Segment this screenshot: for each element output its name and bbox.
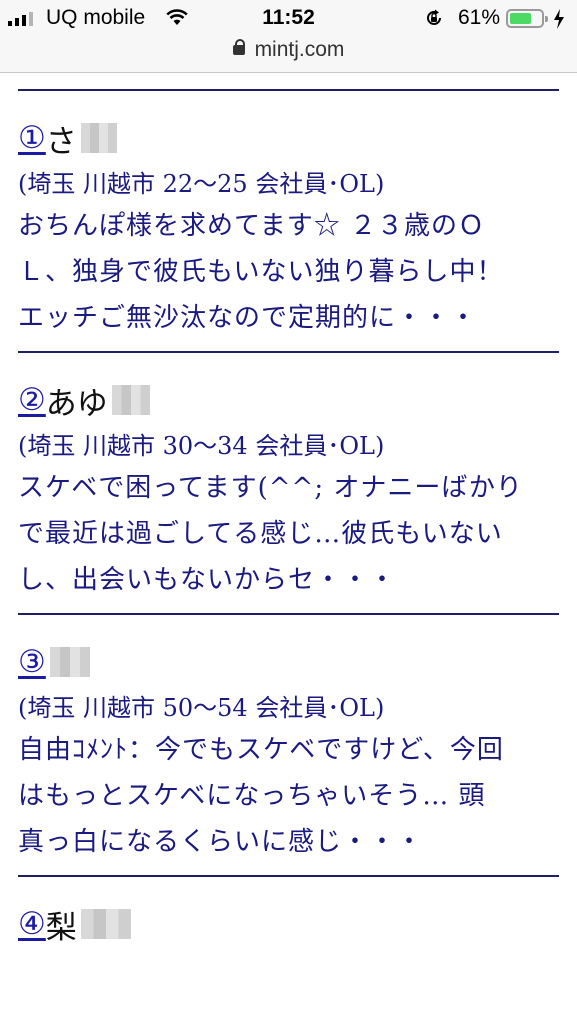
url-text: mintj.com xyxy=(254,38,345,61)
profile-name: さ xyxy=(45,123,77,160)
profile-link-4[interactable]: ④ xyxy=(18,906,46,942)
padlock-icon xyxy=(232,39,245,57)
blurred-name xyxy=(80,123,117,153)
profile-link-2[interactable]: ② xyxy=(18,382,46,418)
profile-name: 梨 xyxy=(45,909,77,946)
profile-message: おちんぽ様を求めてます☆ ２３歳のＯ Ｌ、独身で彼氏もいない独り暮らし中！ エッ… xyxy=(18,211,504,333)
status-bar: UQ mobile 11:52 61% xyxy=(0,0,577,38)
profile-name: あゆ xyxy=(45,385,108,422)
profile-meta: (埼玉 川越市 50〜54 会社員･OL) xyxy=(18,694,385,722)
profile-entry: ② あゆ (埼玉 川越市 30〜34 会社員･OL) スケベで困ってます(^^;… xyxy=(18,353,559,609)
profile-list: ① さ (埼玉 川越市 22〜25 会社員･OL) おちんぽ様を求めてます☆ ２… xyxy=(18,72,559,949)
profile-entry: ④ 梨 xyxy=(18,877,559,949)
battery-icon xyxy=(506,9,548,28)
profile-entry: ③ (埼玉 川越市 50〜54 会社員･OL) 自由ｺﾒﾝﾄ：今でもスケベですけ… xyxy=(18,615,559,871)
profile-link-1[interactable]: ① xyxy=(18,120,46,156)
battery-percent: 61% xyxy=(458,6,501,29)
blurred-name xyxy=(111,385,150,415)
rotation-lock-icon xyxy=(427,9,441,25)
charging-icon xyxy=(554,9,564,29)
address-bar[interactable]: mintj.com xyxy=(0,38,577,73)
profile-message: 自由ｺﾒﾝﾄ：今でもスケベですけど、今回 はもっとスケベになっちゃいそう… 頭 … xyxy=(18,735,504,857)
profile-message: スケベで困ってます(^^; オナニーばかり で最近は過ごしてる感じ…彼氏もいない… xyxy=(18,473,523,595)
profile-link-3[interactable]: ③ xyxy=(18,644,46,680)
profile-entry: ① さ (埼玉 川越市 22〜25 会社員･OL) おちんぽ様を求めてます☆ ２… xyxy=(18,91,559,347)
profile-meta: (埼玉 川越市 22〜25 会社員･OL) xyxy=(18,170,385,198)
profile-meta: (埼玉 川越市 30〜34 会社員･OL) xyxy=(18,432,385,460)
blurred-name xyxy=(80,909,131,939)
blurred-name xyxy=(49,647,90,677)
